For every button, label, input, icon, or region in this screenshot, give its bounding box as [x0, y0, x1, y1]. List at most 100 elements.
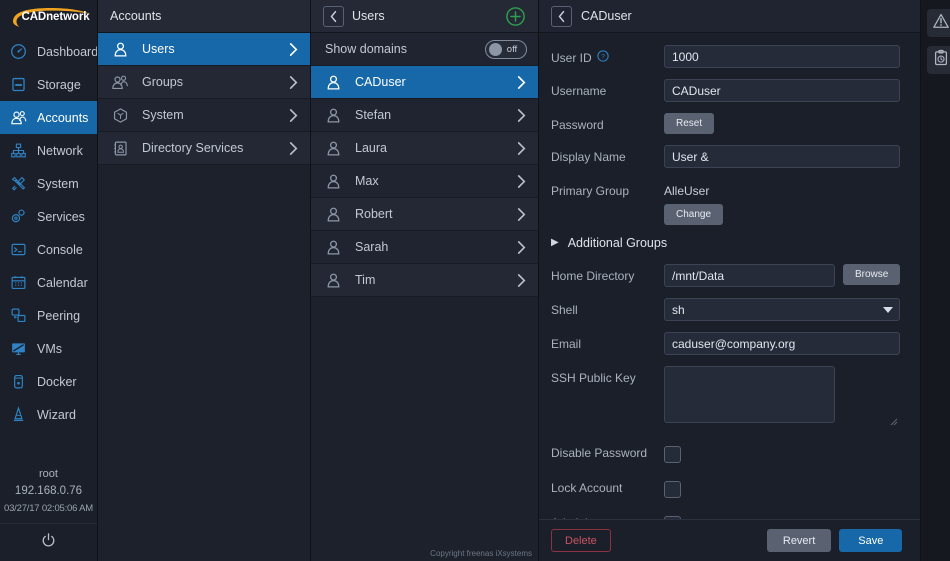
- accounts-item-groups[interactable]: Groups: [98, 66, 310, 99]
- show-domains-toggle[interactable]: off: [485, 39, 527, 59]
- chevron-left-icon: [330, 10, 337, 22]
- disable-password-label: Disable Password: [551, 446, 648, 460]
- sidebar-item-label: VMs: [37, 341, 62, 356]
- home-directory-input[interactable]: [664, 264, 835, 287]
- user-list-item-stefan[interactable]: Stefan: [311, 99, 538, 132]
- user-list-item-label: Stefan: [355, 108, 392, 122]
- sidebar-item-services[interactable]: Services: [0, 200, 97, 233]
- sidebar-item-dashboard[interactable]: Dashboard: [0, 35, 97, 68]
- sidebar-item-storage[interactable]: Storage: [0, 68, 97, 101]
- username-label: Username: [551, 84, 607, 98]
- user-list-item-label: Max: [355, 174, 379, 188]
- host-ip: 192.168.0.76: [14, 485, 83, 497]
- sidebar-item-label: Docker: [37, 374, 77, 389]
- logo-text: CADnetwork: [21, 10, 90, 23]
- alerts-button[interactable]: [926, 9, 950, 37]
- tasks-button[interactable]: [926, 46, 950, 74]
- ssh-key-textarea[interactable]: [664, 366, 835, 423]
- chevron-right-icon: [287, 75, 300, 90]
- disable-password-control: [664, 444, 900, 463]
- disable-password-checkbox[interactable]: [664, 446, 681, 463]
- user-list-item-label: Tim: [355, 273, 376, 287]
- user-detail-panel: CADuser User ID ? Username: [539, 0, 921, 561]
- field-display-name: Display Name: [551, 145, 901, 168]
- toggle-knob: [489, 42, 502, 56]
- help-icon[interactable]: ?: [597, 50, 609, 65]
- user-list-item-caduser[interactable]: CADuser: [311, 66, 538, 99]
- primary-group-change-button[interactable]: Change: [664, 204, 724, 225]
- sidebar-item-accounts[interactable]: Accounts: [0, 101, 97, 134]
- detail-back-button[interactable]: [551, 5, 572, 27]
- sidebar-item-docker[interactable]: Docker: [0, 365, 97, 398]
- storage-icon: [9, 75, 28, 94]
- save-button[interactable]: Save: [839, 529, 903, 552]
- field-shell: Shell sh: [551, 298, 901, 321]
- power-button[interactable]: [0, 523, 97, 561]
- shell-control: sh: [664, 298, 901, 321]
- show-domains-label: Show domains: [325, 42, 407, 56]
- email-input[interactable]: [664, 332, 901, 355]
- chevron-left-icon: [558, 10, 565, 22]
- sidebar-item-label: Network: [37, 143, 83, 158]
- delete-button[interactable]: Delete: [551, 529, 611, 552]
- sidebar-item-vms[interactable]: VMs: [0, 332, 97, 365]
- display-name-input[interactable]: [664, 145, 901, 168]
- lock-account-checkbox[interactable]: [664, 481, 681, 498]
- display-name-control: [664, 145, 901, 168]
- password-reset-button[interactable]: Reset: [664, 113, 715, 134]
- show-domains-row: Show domains off: [311, 33, 538, 66]
- chevron-right-icon: [515, 174, 528, 189]
- user-id-label: User ID: [551, 50, 592, 65]
- user-id-input[interactable]: [664, 45, 901, 68]
- services-icon: [9, 207, 28, 226]
- sidebar-item-network[interactable]: Network: [0, 134, 97, 167]
- resize-grip-icon: [891, 418, 898, 426]
- username-control: [664, 79, 901, 102]
- accounts-column-header: Accounts: [98, 0, 310, 33]
- back-button[interactable]: [323, 5, 344, 27]
- username-input[interactable]: [664, 79, 901, 102]
- user-icon: [323, 140, 343, 157]
- user-icon: [323, 107, 343, 124]
- additional-groups-label: Additional Groups: [567, 236, 668, 250]
- shell-select[interactable]: sh: [664, 298, 901, 321]
- user-id-control: [664, 45, 901, 68]
- sidebar-footer: root 192.168.0.76 03/27/17 02:05:06 AM: [0, 466, 97, 523]
- field-disable-password: Disable Password: [551, 444, 900, 463]
- sidebar-item-label: Calendar: [37, 275, 88, 290]
- accounts-item-system[interactable]: System: [98, 99, 310, 132]
- add-user-button[interactable]: [505, 6, 526, 27]
- user-icon: [110, 41, 130, 58]
- user-list-item-robert[interactable]: Robert: [311, 198, 538, 231]
- clipboard-tasks-icon: [932, 49, 950, 72]
- home-directory-browse-button[interactable]: Browse: [843, 264, 901, 285]
- sidebar-item-peering[interactable]: Peering: [0, 299, 97, 332]
- field-lock-account: Lock Account: [551, 479, 900, 498]
- current-user: root: [39, 468, 58, 480]
- address-book-icon: [110, 140, 130, 157]
- accounts-item-users[interactable]: Users: [98, 33, 310, 66]
- alert-triangle-icon: [932, 12, 950, 35]
- revert-button[interactable]: Revert: [766, 529, 832, 552]
- user-list-item-laura[interactable]: Laura: [311, 132, 538, 165]
- user-id-label-wrap: User ID ?: [551, 45, 664, 65]
- additional-groups-accordion[interactable]: ▶ Additional Groups: [551, 236, 900, 250]
- user-list-item-label: Robert: [355, 207, 393, 221]
- users-column-header: Users: [311, 0, 538, 33]
- sidebar-item-wizard[interactable]: Wizard: [0, 398, 97, 431]
- page-title: Accounts: [110, 9, 162, 23]
- user-list-item-label: CADuser: [355, 75, 406, 89]
- user-list-item-sarah[interactable]: Sarah: [311, 231, 538, 264]
- user-list-item-max[interactable]: Max: [311, 165, 538, 198]
- sidebar-item-system[interactable]: System: [0, 167, 97, 200]
- lock-account-control: [664, 479, 900, 498]
- sidebar-item-label: Peering: [37, 308, 81, 323]
- sidebar-item-console[interactable]: Console: [0, 233, 97, 266]
- network-icon: [9, 141, 28, 160]
- vms-icon: [9, 339, 28, 358]
- svg-text:?: ?: [601, 54, 605, 61]
- user-list-item-tim[interactable]: Tim: [311, 264, 538, 297]
- accounts-item-directory-services[interactable]: Directory Services: [98, 132, 310, 165]
- accounts-column: Accounts Users Groups System Directory S…: [98, 0, 311, 561]
- sidebar-item-calendar[interactable]: Calendar: [0, 266, 97, 299]
